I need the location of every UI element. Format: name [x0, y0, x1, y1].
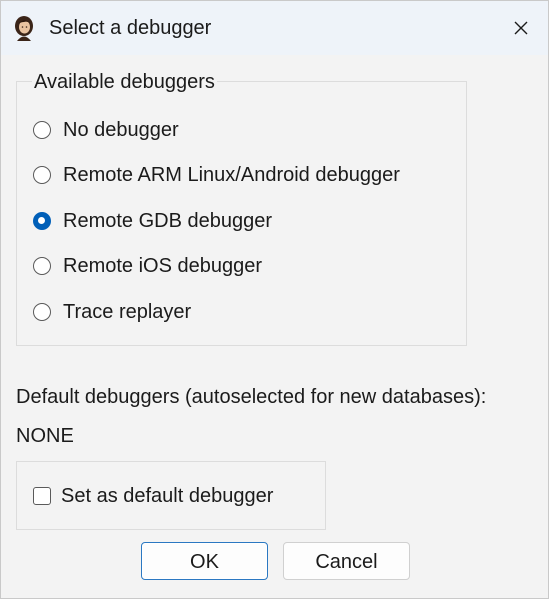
radio-remote-gdb[interactable]: Remote GDB debugger [33, 206, 272, 236]
radio-label: Remote iOS debugger [63, 255, 263, 277]
radio-trace-replayer[interactable]: Trace replayer [33, 297, 191, 327]
radio-button[interactable] [33, 303, 51, 321]
radio-button[interactable] [33, 257, 51, 275]
cancel-button[interactable]: Cancel [283, 542, 410, 580]
default-debuggers-caption: Default debuggers (autoselected for new … [16, 386, 487, 408]
radio-no-debugger[interactable]: No debugger [33, 115, 179, 145]
radio-button[interactable] [33, 166, 51, 184]
radio-remote-ios[interactable]: Remote iOS debugger [33, 251, 262, 281]
set-default-checkbox[interactable] [33, 487, 51, 505]
radio-button-selected[interactable] [33, 212, 51, 230]
radio-remote-arm-linux-android[interactable]: Remote ARM Linux/Android debugger [33, 160, 400, 190]
radio-label: No debugger [63, 119, 179, 141]
default-debuggers-value: NONE [16, 425, 74, 447]
radio-label: Trace replayer [63, 301, 192, 323]
ida-woman-portrait-icon [15, 16, 33, 41]
window-title: Select a debugger [49, 17, 212, 39]
set-default-checkbox-row[interactable]: Set as default debugger [33, 481, 273, 511]
close-button[interactable] [504, 11, 538, 45]
radio-button[interactable] [33, 121, 51, 139]
set-default-label: Set as default debugger [61, 485, 274, 507]
debugger-dialog: Select a debugger Available debuggers No… [0, 0, 549, 599]
title-bar: Select a debugger [1, 1, 548, 55]
radio-label: Remote ARM Linux/Android debugger [63, 164, 400, 186]
close-icon [514, 21, 528, 35]
radio-label: Remote GDB debugger [63, 210, 273, 232]
available-debuggers-legend: Available debuggers [32, 69, 217, 95]
ok-button[interactable]: OK [141, 542, 268, 580]
